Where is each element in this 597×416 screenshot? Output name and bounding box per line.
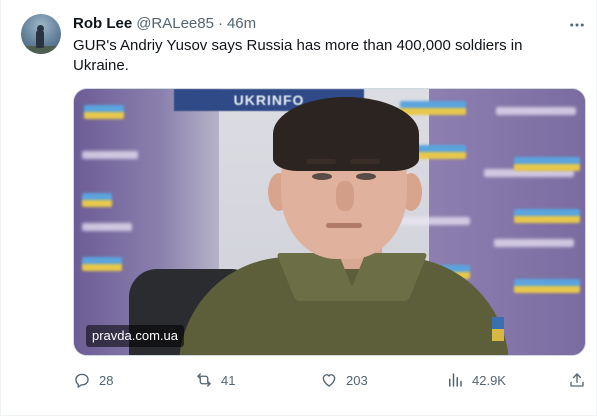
more-button[interactable]	[567, 15, 587, 35]
avatar[interactable]	[21, 14, 61, 54]
reply-icon	[75, 373, 89, 388]
tweet-actions: 28 41 203 42.9K	[73, 370, 589, 390]
tweet-header: Rob Lee @RALee85 · 46m	[73, 14, 256, 34]
like-count: 203	[346, 372, 368, 388]
share-button[interactable]	[568, 370, 586, 390]
display-name[interactable]: Rob Lee	[73, 14, 132, 34]
reply-count: 28	[99, 372, 114, 388]
reply-button[interactable]: 28	[73, 370, 113, 390]
like-button[interactable]: 203	[320, 370, 368, 390]
user-handle[interactable]: @RALee85	[136, 14, 214, 34]
views-count: 42.9K	[472, 372, 506, 388]
share-icon	[570, 373, 584, 387]
tweet-card[interactable]: Rob Lee @RALee85 · 46m GUR's Andriy Yuso…	[0, 0, 597, 416]
timestamp[interactable]: 46m	[227, 14, 256, 34]
like-icon	[322, 374, 336, 387]
image-watermark: pravda.com.ua	[86, 325, 184, 347]
more-icon	[570, 23, 584, 27]
retweet-count: 41	[221, 372, 236, 388]
tweet-text: GUR's Andriy Yusov says Russia has more …	[73, 37, 523, 74]
retweet-icon	[197, 373, 211, 387]
tweet-media-image[interactable]: UKRINFO pravda.com.ua	[73, 88, 586, 356]
separator-dot: ·	[217, 15, 223, 32]
views-button[interactable]: 42.9K	[446, 370, 506, 390]
retweet-button[interactable]: 41	[195, 370, 235, 390]
views-icon	[449, 373, 462, 387]
